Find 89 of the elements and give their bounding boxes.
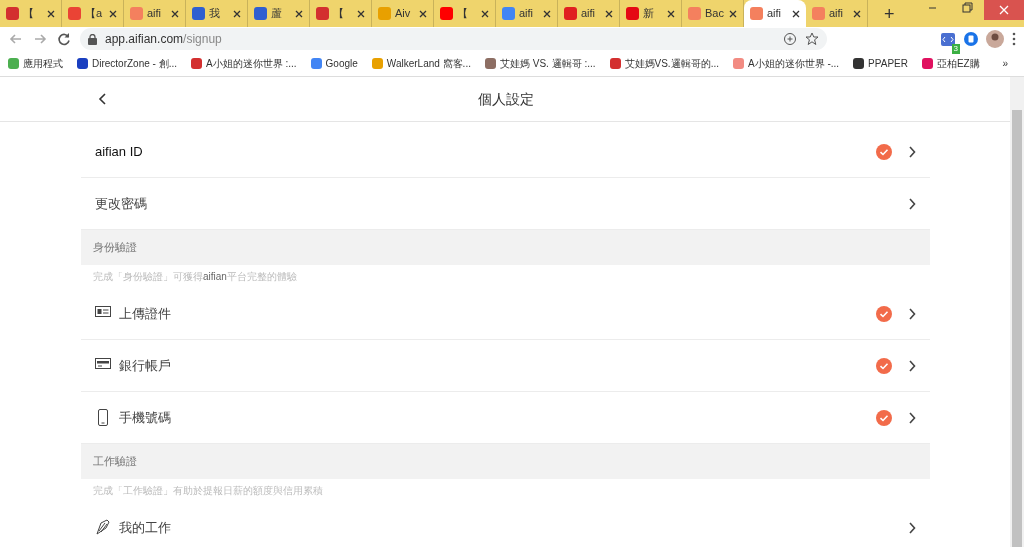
browser-tab[interactable]: 【 (434, 0, 496, 27)
lock-icon (88, 33, 97, 45)
close-icon[interactable] (295, 9, 303, 18)
browser-tab[interactable]: 蘆 (248, 0, 310, 27)
close-icon[interactable] (47, 9, 55, 18)
tab-title: 【a (85, 6, 103, 22)
section-header: 工作驗證 (81, 444, 930, 479)
browser-tab[interactable]: aifi (496, 0, 558, 27)
chevron-icon[interactable] (908, 307, 916, 320)
row-label: 銀行帳戶 (119, 356, 171, 375)
chevron-icon[interactable] (908, 411, 916, 424)
url-path: /signup (183, 31, 222, 48)
more-bookmarks-button[interactable]: » (1002, 56, 1008, 71)
address-bar[interactable]: app.aifian.com/signup (80, 28, 827, 50)
tab-title: 【 (457, 6, 468, 22)
reload-icon[interactable] (56, 31, 72, 47)
bookmark[interactable]: PPAPER (853, 56, 908, 71)
chevron-icon[interactable] (908, 521, 916, 534)
close-icon[interactable] (543, 9, 551, 18)
chevron-icon[interactable] (908, 197, 916, 210)
settings-row[interactable]: 上傳證件 (81, 288, 930, 340)
tab-title: aifi (147, 6, 162, 22)
section-header: 身份驗證 (81, 230, 930, 265)
row-label: 我的工作 (119, 518, 171, 537)
back-icon[interactable] (97, 93, 107, 105)
scrollbar[interactable] (1010, 77, 1024, 547)
row-label: aifian ID (95, 142, 143, 161)
settings-row[interactable]: 銀行帳戶 (81, 340, 930, 392)
bookmark[interactable]: 艾娃媽VS.邏輯哥的... (609, 56, 719, 71)
scrollbar-thumb[interactable] (1012, 110, 1022, 547)
close-icon[interactable] (605, 9, 613, 18)
browser-tab[interactable]: aifi (744, 0, 806, 27)
close-icon[interactable] (357, 9, 365, 18)
close-icon[interactable] (667, 9, 675, 18)
browser-tab[interactable]: 我 (186, 0, 248, 27)
browser-tab[interactable]: aifi (806, 0, 868, 27)
row-label: 手機號碼 (119, 408, 171, 427)
bookmark[interactable]: A小姐的迷你世界 -... (733, 56, 840, 71)
close-icon[interactable] (853, 9, 861, 18)
menu-icon[interactable] (1012, 32, 1016, 46)
chevron-icon[interactable] (908, 359, 916, 372)
bookmark[interactable]: A小姐的迷你世界 :... (191, 56, 297, 71)
tab-title: 新 (643, 6, 654, 22)
star-icon[interactable] (805, 32, 819, 46)
browser-tab[interactable]: aifi (124, 0, 186, 27)
bookmark[interactable]: Google (310, 56, 358, 71)
page-title: 個人設定 (477, 89, 534, 109)
browser-tab[interactable]: Bac (682, 0, 744, 27)
tab-title: aifi (767, 6, 782, 22)
chevron-icon[interactable] (908, 145, 916, 158)
badge: 3 (951, 43, 960, 54)
row-label: 更改密碼 (95, 194, 147, 213)
add-icon[interactable] (783, 32, 797, 46)
close-icon[interactable] (729, 9, 737, 18)
extension-icon[interactable] (940, 31, 956, 48)
browser-tab[interactable]: 新 (620, 0, 682, 27)
close-icon[interactable] (171, 9, 179, 18)
tab-title: Aiv (395, 6, 411, 22)
row-label: 上傳證件 (119, 304, 171, 323)
browser-tab[interactable]: 【 (310, 0, 372, 27)
settings-row[interactable]: 我的工作 (81, 502, 930, 547)
browser-tab[interactable]: Aiv (372, 0, 434, 27)
tab-title: Bac (705, 6, 724, 22)
close-icon[interactable] (792, 9, 800, 18)
tab-title: 【 (23, 6, 34, 22)
bookmark[interactable]: 應用程式 (8, 56, 63, 71)
close-icon[interactable] (233, 9, 241, 18)
settings-row[interactable]: aifian ID (81, 126, 930, 178)
bookmark[interactable]: 艾娃媽 VS. 邏輯哥 :... (484, 56, 596, 71)
bookmark[interactable]: 亞柏EZ購 (921, 56, 980, 71)
tab-title: 蘆 (271, 6, 282, 22)
tab-title: aifi (581, 6, 596, 22)
tab-title: aifi (829, 6, 844, 22)
url-host: app.aifian.com (105, 31, 184, 48)
close-icon[interactable] (109, 9, 117, 18)
close-icon[interactable] (481, 9, 489, 18)
new-tab-button[interactable]: + (884, 4, 895, 23)
browser-tab[interactable]: aifi (558, 0, 620, 27)
tab-title: 【 (333, 6, 344, 22)
browser-tab[interactable]: 【a (62, 0, 124, 27)
tab-title: aifi (519, 6, 534, 22)
avatar-icon[interactable] (986, 30, 1004, 48)
phone-icon (95, 409, 111, 426)
extension-icon[interactable] (964, 32, 978, 46)
bookmark[interactable]: WalkerLand 窩客... (371, 56, 471, 71)
tab-title: 我 (209, 6, 220, 22)
bookmark[interactable]: DirectorZone - 創... (77, 56, 178, 71)
close-icon[interactable] (419, 9, 427, 18)
browser-tab[interactable]: 【 (0, 0, 62, 27)
